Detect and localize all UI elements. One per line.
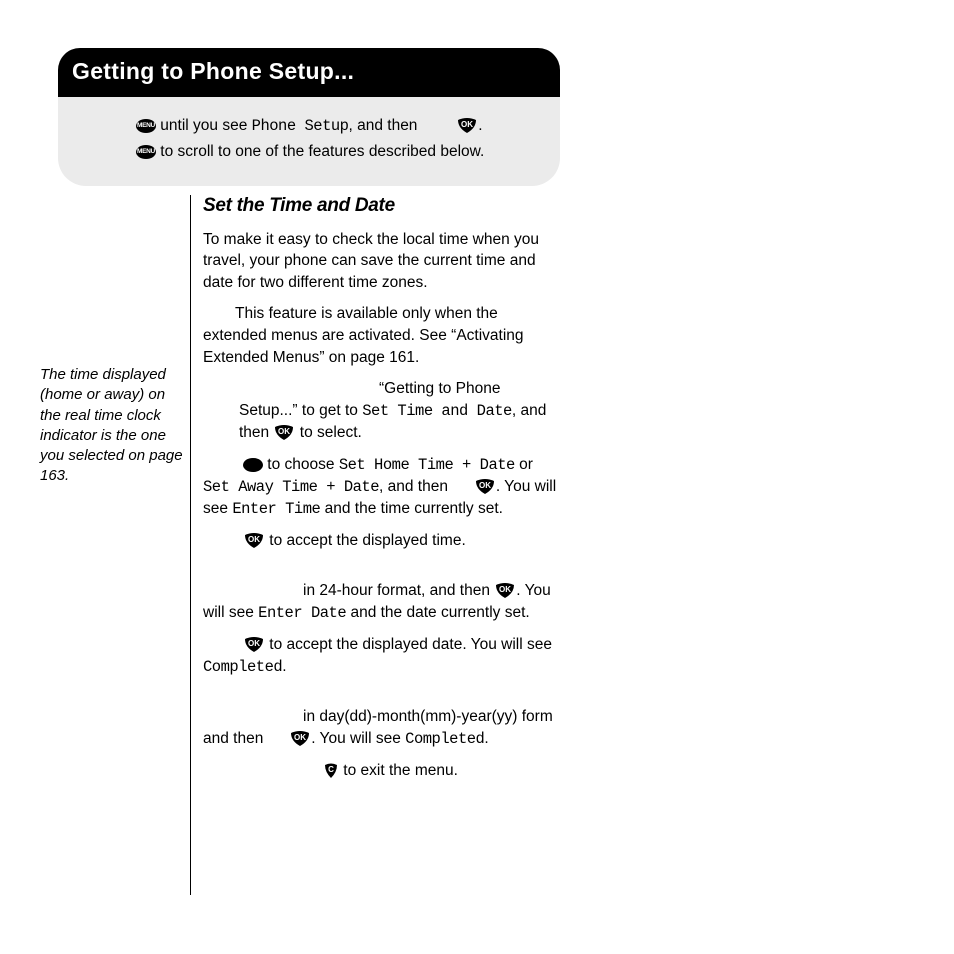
manual-page: Getting to Phone Setup... MENU until you…: [0, 0, 954, 954]
display-enter-date: Enter Date: [258, 604, 346, 622]
text: , and then: [379, 478, 452, 495]
display-set-home: Set Home Time + Date: [339, 456, 515, 474]
section-title: Set the Time and Date: [203, 195, 560, 217]
svg-text:OK: OK: [248, 639, 260, 648]
text: to select.: [295, 424, 361, 441]
svg-text:C: C: [328, 765, 334, 774]
step-5: OK to accept the displayed date. You wil…: [203, 634, 560, 678]
text: to exit the menu.: [339, 762, 458, 779]
margin-note: The time displayed (home or away) on the…: [40, 195, 190, 895]
text: , and then: [348, 117, 421, 134]
ok-icon: OK: [273, 425, 295, 441]
header-line-2: MENU to scroll to one of the features de…: [136, 141, 542, 163]
display-phone-setup: Phone Setup: [252, 117, 349, 135]
step-1: “Getting to Phone Setup...” to get to Se…: [239, 378, 560, 444]
header-body: MENU until you see Phone Setup, and then…: [58, 97, 560, 186]
menu-icon: MENU: [136, 119, 156, 133]
svg-text:OK: OK: [479, 481, 491, 490]
menu-icon: MENU: [243, 458, 263, 472]
ok-icon: OK: [474, 479, 496, 495]
text: .: [478, 117, 482, 134]
svg-text:OK: OK: [294, 733, 306, 742]
intro-paragraph: To make it easy to check the local time …: [203, 229, 560, 293]
text: .: [282, 658, 286, 675]
header-title: Getting to Phone Setup...: [58, 48, 560, 97]
display-enter-time: Enter Time: [232, 500, 320, 518]
display-set-away: Set Away Time + Date: [203, 478, 379, 496]
text: .: [484, 730, 488, 747]
text: and the date currently set.: [346, 604, 530, 621]
display-completed: Completed: [405, 730, 484, 748]
ok-icon: OK: [456, 118, 478, 134]
text: to scroll to one of the features describ…: [156, 143, 484, 160]
text: to accept the displayed date. You will s…: [265, 636, 552, 653]
text: to accept the displayed time.: [265, 532, 466, 549]
step-7: C to exit the menu.: [203, 760, 560, 782]
svg-text:OK: OK: [499, 585, 511, 594]
header-line-1: MENU until you see Phone Setup, and then…: [136, 115, 542, 137]
ok-icon: OK: [494, 583, 516, 599]
text: or: [515, 456, 533, 473]
ok-icon: OK: [243, 533, 265, 549]
svg-text:OK: OK: [461, 120, 473, 129]
display-set-time-and-date: Set Time and Date: [362, 402, 512, 420]
main-column: Set the Time and Date To make it easy to…: [190, 195, 560, 895]
svg-text:OK: OK: [278, 427, 290, 436]
content-area: The time displayed (home or away) on the…: [40, 195, 560, 895]
ok-icon: OK: [243, 637, 265, 653]
step-2: MENU to choose Set Home Time + Date or S…: [203, 454, 560, 520]
svg-text:OK: OK: [248, 535, 260, 544]
step-6: in day(dd)-month(mm)-year(yy) form and t…: [203, 706, 560, 750]
text: and the time currently set.: [320, 500, 503, 517]
text: in 24-hour format, and then: [303, 582, 494, 599]
display-completed: Completed: [203, 658, 282, 676]
text: to choose: [263, 456, 339, 473]
note-paragraph: This feature is available only when the …: [203, 303, 560, 368]
c-icon: C: [323, 763, 339, 779]
step-4: in 24-hour format, and then OK. You will…: [203, 580, 560, 624]
header-block: Getting to Phone Setup... MENU until you…: [58, 48, 560, 186]
text: . You will see: [311, 730, 405, 747]
text: until you see: [156, 117, 252, 134]
step-3: OK to accept the displayed time.: [203, 530, 560, 552]
menu-icon: MENU: [136, 145, 156, 159]
ok-icon: OK: [289, 731, 311, 747]
